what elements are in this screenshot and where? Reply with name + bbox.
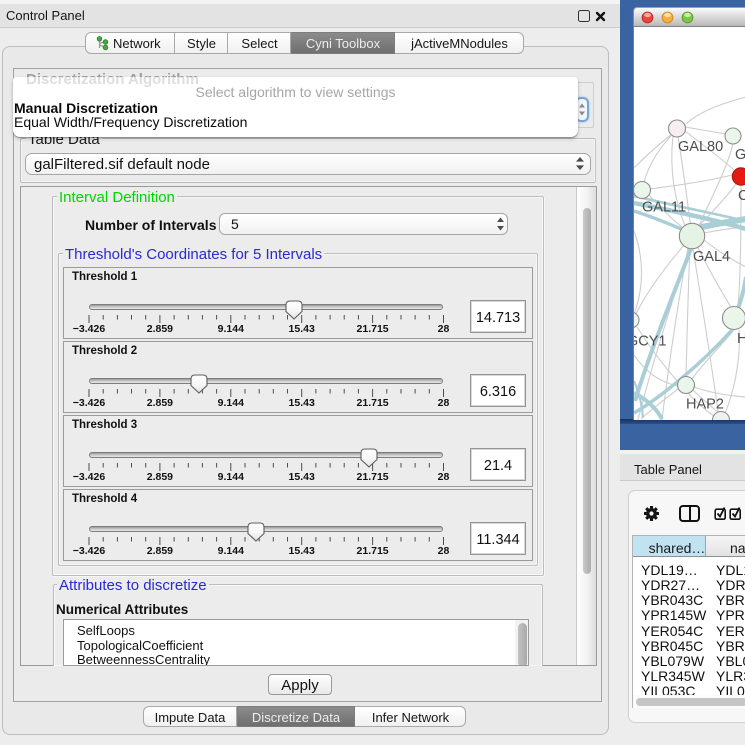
svg-text:GAL4: GAL4 [693, 249, 730, 265]
svg-text:C: C [738, 188, 745, 204]
svg-text:GAL80: GAL80 [678, 139, 723, 155]
svg-text:HAP2: HAP2 [686, 397, 724, 413]
svg-text:GAL11: GAL11 [642, 200, 686, 216]
svg-text:H: H [737, 331, 745, 347]
svg-text:GA: GA [735, 147, 745, 163]
svg-text:GCY1: GCY1 [634, 334, 667, 350]
